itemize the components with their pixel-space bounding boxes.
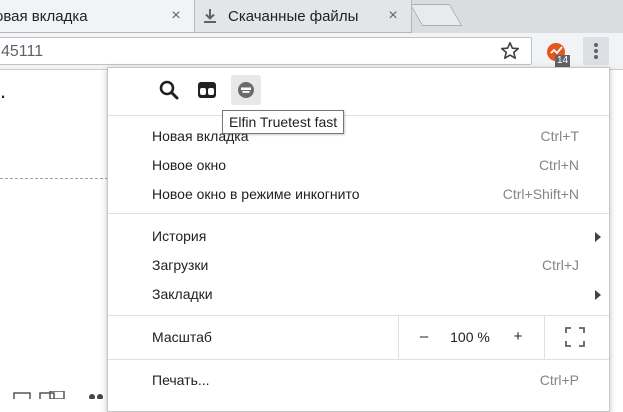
menu-item-incognito[interactable]: Новое окно в режиме инкогнито Ctrl+Shift…: [108, 180, 609, 209]
page-divider: [0, 178, 108, 179]
menu-item-shortcut: Ctrl+T: [540, 128, 580, 144]
menu-item-label: История: [152, 228, 207, 244]
menu-separator: [108, 115, 609, 116]
extension-elfin-button[interactable]: [231, 75, 261, 105]
menu-item-new-tab[interactable]: Новая вкладка Ctrl+T: [108, 122, 609, 151]
menu-item-shortcut: Ctrl+J: [542, 257, 579, 273]
zoom-divider: [544, 315, 545, 359]
zoom-label: Масштаб: [152, 329, 212, 345]
menu-item-label: Печать...: [152, 372, 210, 388]
menu-item-history[interactable]: История: [108, 222, 609, 251]
tab-title: Скачанные файлы: [228, 7, 359, 25]
fullscreen-icon[interactable]: [564, 326, 586, 348]
search-icon: [159, 80, 179, 100]
vertical-dots-icon: [594, 55, 598, 59]
extension-badge: 14: [555, 55, 571, 67]
menu-item-shortcut: Ctrl+N: [538, 157, 579, 173]
tab-title: овая вкладка: [0, 7, 88, 25]
zoom-row: Масштаб – 100 % +: [108, 315, 609, 359]
new-tab-icon[interactable]: [409, 4, 463, 26]
zoom-value: 100 %: [450, 329, 490, 345]
menu-item-bookmarks[interactable]: Закладки: [108, 280, 609, 309]
close-icon[interactable]: ×: [385, 8, 401, 24]
chrome-menu: Elfin Truetest fast Новая вкладка Ctrl+T…: [107, 67, 610, 412]
menu-separator: [108, 359, 609, 360]
vertical-dots-icon: [594, 43, 598, 47]
vertical-dots-icon: [594, 49, 598, 53]
menu-item-label: Новое окно: [152, 157, 227, 173]
menu-item-label: Новое окно в режиме инкогнито: [152, 186, 360, 202]
tab-downloads[interactable]: Скачанные файлы ×: [186, 0, 412, 33]
menu-item-print[interactable]: Печать... Ctrl+P: [108, 366, 609, 395]
toolbar: 45111 14: [0, 33, 623, 70]
url-text[interactable]: 45111: [1, 43, 43, 61]
page-icons: [13, 391, 103, 399]
tab-new-tab[interactable]: овая вкладка ×: [0, 0, 195, 33]
menu-item-label: Загрузки: [152, 257, 209, 273]
download-icon: [204, 9, 216, 23]
address-bar[interactable]: 45111: [0, 37, 532, 65]
tab-strip: овая вкладка × Скачанные файлы ×: [0, 0, 623, 33]
elfin-icon: [238, 82, 254, 98]
menu-item-shortcut: Ctrl+P: [539, 372, 579, 388]
menu-button[interactable]: [583, 37, 609, 65]
submenu-arrow-icon: [595, 290, 601, 300]
zoom-out-button[interactable]: –: [414, 325, 434, 349]
binoculars-icon: [198, 82, 216, 98]
menu-item-new-window[interactable]: Новое окно Ctrl+N: [108, 151, 609, 180]
extensions-row: [108, 68, 609, 112]
page-text: .: [0, 78, 7, 103]
zoom-in-button[interactable]: +: [508, 325, 528, 349]
extension-search-button[interactable]: [154, 75, 184, 105]
close-icon[interactable]: ×: [168, 8, 184, 24]
submenu-arrow-icon: [595, 232, 601, 242]
menu-item-label: Закладки: [152, 286, 213, 302]
menu-item-downloads[interactable]: Загрузки Ctrl+J: [108, 251, 609, 280]
star-icon[interactable]: [500, 41, 520, 61]
extension-binoculars-button[interactable]: [192, 75, 222, 105]
zoom-divider: [398, 315, 399, 359]
menu-separator: [108, 213, 609, 214]
menu-item-shortcut: Ctrl+Shift+N: [502, 186, 579, 202]
tooltip: Elfin Truetest fast: [222, 110, 345, 134]
